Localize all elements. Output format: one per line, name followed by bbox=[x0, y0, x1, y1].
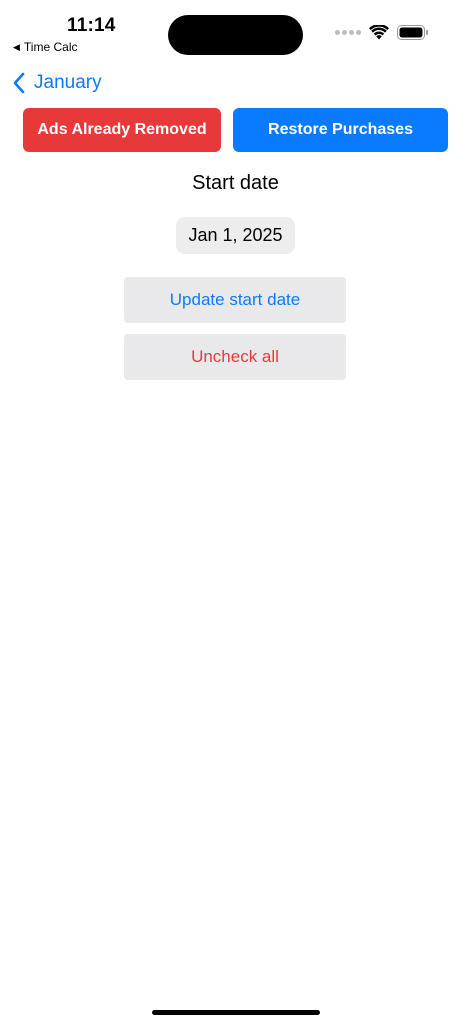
wifi-icon bbox=[369, 25, 389, 40]
dynamic-island bbox=[168, 15, 303, 55]
uncheck-all-button[interactable]: Uncheck all bbox=[124, 334, 346, 380]
cellular-signal-icon bbox=[335, 30, 361, 35]
status-bar: 11:14 ◀ Time Calc bbox=[0, 0, 471, 60]
start-date-label: Start date bbox=[192, 172, 279, 194]
restore-purchases-button[interactable]: Restore Purchases bbox=[233, 108, 448, 152]
back-button[interactable]: January bbox=[12, 72, 102, 94]
purchase-buttons: Ads Already Removed Restore Purchases bbox=[23, 108, 448, 152]
back-to-app-link[interactable]: ◀ Time Calc bbox=[13, 40, 77, 54]
back-button-label: January bbox=[34, 72, 102, 93]
ads-removed-button[interactable]: Ads Already Removed bbox=[23, 108, 221, 152]
status-icons bbox=[335, 25, 429, 40]
start-date-picker[interactable]: Jan 1, 2025 bbox=[176, 217, 295, 254]
back-triangle-icon: ◀ bbox=[13, 41, 20, 52]
battery-icon bbox=[397, 25, 428, 40]
status-time: 11:14 bbox=[67, 15, 116, 36]
chevron-left-icon bbox=[13, 72, 25, 94]
update-start-date-button[interactable]: Update start date bbox=[124, 277, 346, 323]
home-indicator[interactable] bbox=[152, 1010, 320, 1015]
back-to-app-label: Time Calc bbox=[23, 40, 78, 54]
